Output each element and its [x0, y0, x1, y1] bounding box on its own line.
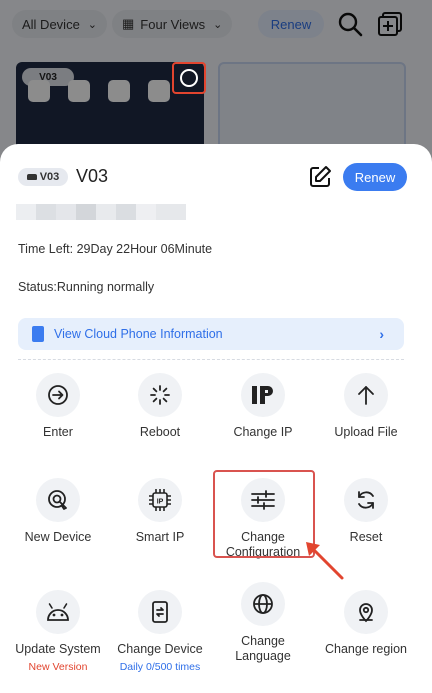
action-enter[interactable]: Enter — [8, 373, 108, 440]
redacted-id-bar — [16, 204, 186, 220]
view-mode-label: Four Views — [140, 16, 206, 32]
action-upload-file[interactable]: Upload File — [316, 373, 416, 440]
divider — [18, 359, 404, 360]
top-bar: All Device ⌄ ▦ Four Views ⌄ Renew — [0, 0, 432, 48]
app-icons-row — [28, 80, 170, 102]
status-text: Status:Running normally — [18, 280, 155, 294]
renew-button[interactable]: Renew — [343, 163, 407, 191]
action-label: Change Device — [117, 642, 203, 656]
smart-ip-icon: IP — [138, 478, 182, 522]
empty-device-slot[interactable] — [218, 62, 406, 152]
enter-icon — [36, 373, 80, 417]
action-label: Upload File — [334, 425, 398, 439]
action-label: Smart IP — [135, 530, 185, 544]
action-reset[interactable]: Reset — [316, 478, 416, 545]
action-label: Change Language — [235, 634, 291, 663]
change-device-icon — [138, 590, 182, 634]
phone-icon — [32, 326, 44, 342]
action-label: Change IP — [233, 425, 293, 439]
action-change-device[interactable]: Change Device Daily 0/500 times — [110, 590, 210, 673]
action-reboot[interactable]: Reboot — [110, 373, 210, 440]
action-label: Update System — [15, 642, 101, 656]
reset-icon — [344, 478, 388, 522]
settings-gear-button[interactable] — [172, 62, 206, 94]
chevron-down-icon: ⌄ — [87, 18, 98, 31]
device-actions-sheet: V03 V03 Renew Time Left: 29Day 22Hour 06… — [0, 144, 432, 693]
app-icon — [108, 80, 130, 102]
view-mode-dropdown[interactable]: ▦ Four Views ⌄ — [112, 10, 233, 38]
search-icon[interactable] — [336, 10, 364, 38]
new-version-badge: New Version — [28, 661, 88, 673]
view-info-link[interactable]: View Cloud Phone Information › — [18, 318, 404, 350]
device-filter-dropdown[interactable]: All Device ⌄ — [12, 10, 108, 38]
action-update-system[interactable]: Update System New Version — [8, 590, 108, 673]
daily-limit-text: Daily 0/500 times — [119, 661, 201, 673]
car-icon — [26, 174, 37, 180]
add-window-icon[interactable] — [376, 10, 404, 38]
reboot-icon — [138, 373, 182, 417]
action-smart-ip[interactable]: IP Smart IP — [110, 478, 210, 545]
chevron-down-icon: ⌄ — [213, 18, 223, 31]
location-icon — [344, 590, 388, 634]
action-new-device[interactable]: New Device — [8, 478, 108, 545]
action-change-language[interactable]: Change Language — [213, 582, 313, 664]
app-icon — [28, 80, 50, 102]
app-icon — [68, 80, 90, 102]
action-change-region[interactable]: Change region — [316, 590, 416, 657]
time-left-text: Time Left: 29Day 22Hour 06Minute — [18, 242, 213, 256]
chevron-right-icon: › — [379, 326, 384, 342]
upload-icon — [344, 373, 388, 417]
action-label: Reboot — [139, 425, 181, 439]
action-change-ip[interactable]: Change IP — [213, 373, 313, 440]
view-info-label: View Cloud Phone Information — [54, 327, 223, 341]
android-icon — [36, 590, 80, 634]
gear-icon — [180, 69, 198, 87]
device-badge-label: V03 — [39, 171, 60, 183]
action-label: New Device — [24, 530, 92, 544]
renew-top-button[interactable]: Renew — [258, 10, 324, 38]
action-label: Change region — [324, 642, 407, 656]
app-icon — [148, 80, 170, 102]
svg-text:IP: IP — [157, 499, 164, 506]
globe-icon — [241, 582, 285, 626]
new-device-icon — [36, 478, 80, 522]
device-badge: V03 — [18, 168, 68, 186]
edit-icon[interactable] — [308, 165, 332, 189]
device-name: V03 — [76, 166, 109, 186]
action-label: Enter — [43, 425, 73, 439]
grid-icon: ▦ — [122, 16, 135, 31]
device-filter-label: All Device — [22, 16, 80, 32]
pointer-arrow-icon — [306, 542, 344, 580]
ip-icon — [241, 373, 285, 417]
